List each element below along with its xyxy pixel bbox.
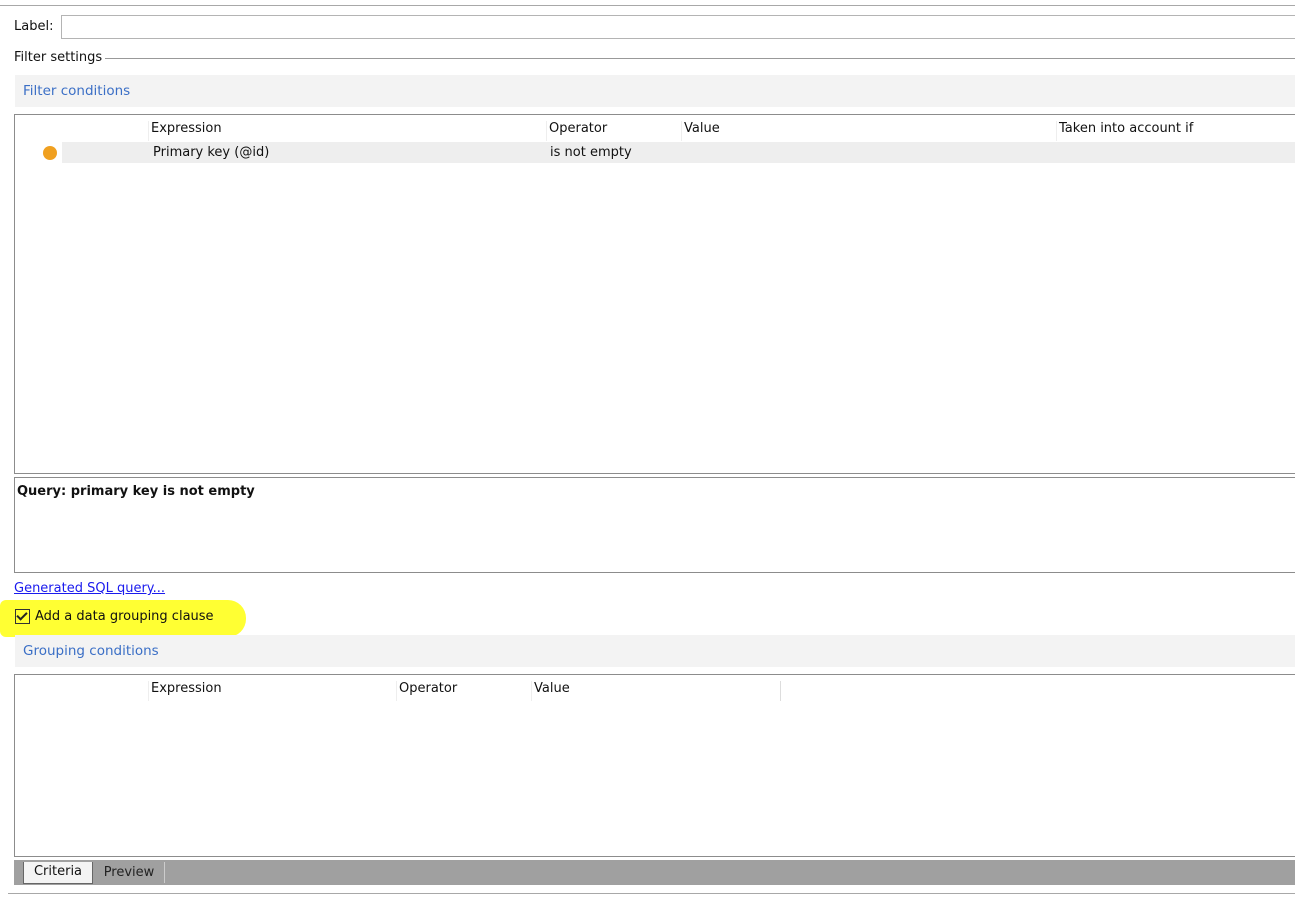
column-expression[interactable]: Expression (148, 121, 222, 141)
grouping-conditions-header: Grouping conditions (15, 635, 1295, 667)
filter-conditions-table: Expression Operator Value Taken into acc… (14, 114, 1295, 474)
grouping-clause-checkbox[interactable]: Add a data grouping clause (15, 609, 214, 624)
query-summary-box: Query: primary key is not empty (14, 477, 1295, 573)
column-expression[interactable]: Expression (148, 681, 222, 701)
tab-bar: Criteria Preview (14, 860, 1295, 885)
row-expression: Primary key (@id) (153, 145, 270, 160)
label-input[interactable] (61, 15, 1295, 39)
column-taken-into-account-if[interactable]: Taken into account if (1056, 121, 1193, 141)
column-operator[interactable]: Operator (546, 121, 607, 141)
checkbox-checked-icon[interactable] (15, 609, 30, 624)
tab-preview[interactable]: Preview (94, 862, 165, 883)
grouping-clause-label: Add a data grouping clause (35, 609, 214, 624)
filter-conditions-header: Filter conditions (15, 75, 1295, 107)
filter-settings-heading: Filter settings (14, 50, 103, 65)
tab-criteria[interactable]: Criteria (23, 862, 93, 884)
status-dot-icon (43, 146, 57, 160)
column-value[interactable]: Value (531, 681, 781, 701)
bottom-divider (8, 893, 1295, 894)
column-value[interactable]: Value (681, 121, 720, 141)
row-operator: is not empty (550, 145, 632, 160)
query-summary-text: Query: primary key is not empty (17, 484, 255, 499)
filter-settings-divider (105, 58, 1295, 59)
filter-conditions-title: Filter conditions (23, 83, 131, 99)
table-row[interactable]: Primary key (@id) is not empty (15, 142, 1295, 163)
column-operator[interactable]: Operator (396, 681, 457, 701)
top-divider (0, 5, 1295, 6)
label-caption: Label: (14, 19, 54, 34)
generated-sql-query-link[interactable]: Generated SQL query... (14, 581, 165, 596)
grouping-conditions-title: Grouping conditions (23, 643, 159, 659)
grouping-conditions-table: Expression Operator Value (14, 674, 1295, 857)
